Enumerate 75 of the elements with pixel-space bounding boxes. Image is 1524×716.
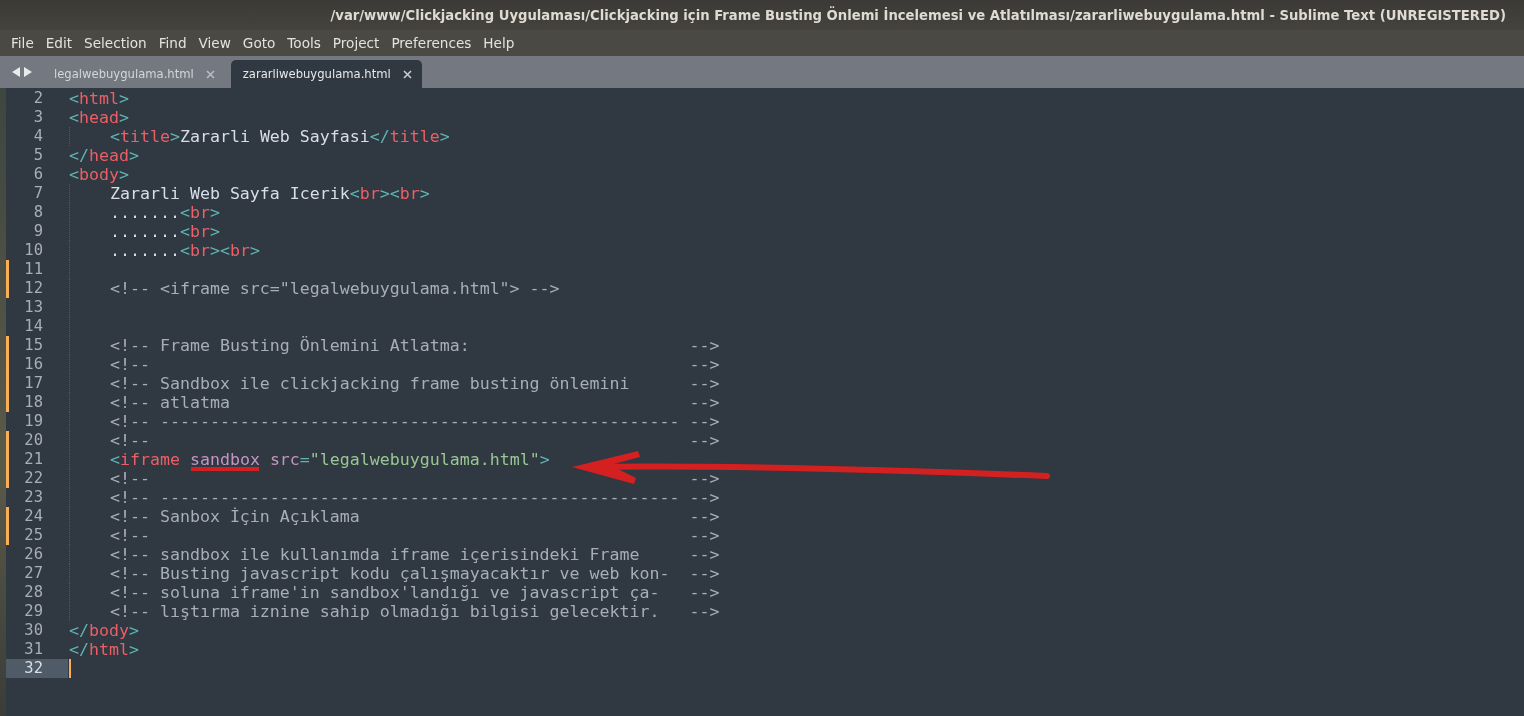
menu-item[interactable]: Preferences — [385, 35, 478, 51]
code-line: <title>Zararli Web Sayfasi</title> — [110, 129, 450, 144]
line-number: 19 — [24, 412, 44, 431]
line-number: 32 — [24, 659, 44, 678]
code-line: <head> — [69, 110, 129, 125]
line-number: 30 — [24, 621, 44, 640]
window-title: /var/www/Clickjacking Uygulaması/Clickjacking için Frame Busting Önlemi İncelemesi ve Atlatılması/zararliwebuygulama.html - Sublime Text (UNREGISTERED) — [330, 7, 1506, 23]
line-number: 17 — [24, 374, 44, 393]
menu-item[interactable]: Help — [477, 35, 521, 51]
line-number: 25 — [24, 526, 44, 545]
line-number: 12 — [24, 279, 44, 298]
line-number: 29 — [24, 602, 44, 621]
menu-item[interactable]: File — [5, 35, 40, 51]
menu-item[interactable]: Goto — [236, 35, 282, 51]
code-line: <!-- ---------------------------------------------------- --> — [110, 414, 720, 429]
code-line: .......<br> — [110, 205, 220, 220]
code-line: <!-- --> — [110, 433, 720, 448]
line-number: 26 — [24, 545, 44, 564]
code-line: <body> — [69, 167, 129, 182]
line-number: 13 — [24, 298, 44, 317]
line-number: 10 — [24, 241, 44, 260]
code-line: .......<br> — [110, 224, 220, 239]
menu-item[interactable]: Tools — [281, 35, 327, 51]
code-line: <!-- --> — [110, 471, 720, 486]
line-number: 11 — [24, 260, 44, 279]
line-number: 22 — [24, 469, 44, 488]
menu-item[interactable]: Project — [326, 35, 386, 51]
code-line: Zararli Web Sayfa Icerik<br><br> — [110, 186, 430, 201]
code-line: <!-- Busting javascript kodu çalışmayacaktır ve web kon- --> — [110, 566, 720, 581]
line-number: 23 — [24, 488, 44, 507]
code-line: .......<br><br> — [110, 243, 260, 258]
line-number: 9 — [33, 222, 44, 241]
menu-item[interactable]: Find — [152, 35, 193, 51]
previous-tab-icon[interactable] — [12, 67, 20, 77]
code-line: <!-- --> — [110, 357, 720, 372]
file-tab[interactable]: zararliwebuygulama.html — [230, 60, 422, 88]
text-cursor — [69, 659, 71, 678]
next-tab-icon[interactable] — [24, 67, 32, 77]
line-number: 16 — [24, 355, 44, 374]
menu-item[interactable]: Edit — [39, 35, 79, 51]
line-number: 4 — [33, 127, 44, 146]
line-number: 2 — [33, 89, 44, 108]
code-line: </html> — [69, 642, 139, 657]
line-number: 3 — [33, 108, 44, 127]
line-number: 7 — [33, 184, 44, 203]
line-number: 5 — [33, 146, 44, 165]
code-line: <!-- ---------------------------------------------------- --> — [110, 490, 720, 505]
line-number: 28 — [24, 583, 44, 602]
line-number: 18 — [24, 393, 44, 412]
line-number: 24 — [24, 507, 44, 526]
line-number: 21 — [24, 450, 44, 469]
code-line: <!-- sandbox ile kullanımda iframe içerisindeki Frame --> — [110, 547, 720, 562]
line-number: 6 — [33, 165, 44, 184]
menu-item[interactable]: Selection — [78, 35, 153, 51]
code-line: <!-- Sanbox İçin Açıklama --> — [110, 509, 720, 524]
line-number: 14 — [24, 317, 44, 336]
close-icon[interactable] — [402, 69, 412, 79]
menu-item[interactable]: View — [192, 35, 237, 51]
line-number: 31 — [24, 640, 44, 659]
code-line: </head> — [69, 148, 139, 163]
code-line: <iframe sandbox src="legalwebuygulama.html"> — [110, 452, 550, 467]
code-line: <!-- soluna iframe'in sandbox'landığı ve javascript ça- --> — [110, 585, 720, 600]
line-number: 27 — [24, 564, 44, 583]
code-line: <html> — [69, 91, 129, 106]
line-number: 15 — [24, 336, 44, 355]
code-line: <!-- lıştırma iznine sahip olmadığı bilgisi gelecektir. --> — [110, 604, 720, 619]
line-number: 8 — [33, 203, 44, 222]
code-line: <!-- --> — [110, 528, 720, 543]
code-line: <!-- Frame Busting Önlemini Atlatma: --> — [110, 338, 720, 353]
line-number: 20 — [24, 431, 44, 450]
code-line: </body> — [69, 623, 139, 638]
code-line: <!-- atlatma --> — [110, 395, 720, 410]
underline-mark — [190, 467, 260, 471]
code-line: <!-- Sandbox ile clickjacking frame busting önlemini --> — [110, 376, 720, 391]
code-line: <!-- <iframe src="legalwebuygulama.html"> --> — [110, 281, 560, 296]
